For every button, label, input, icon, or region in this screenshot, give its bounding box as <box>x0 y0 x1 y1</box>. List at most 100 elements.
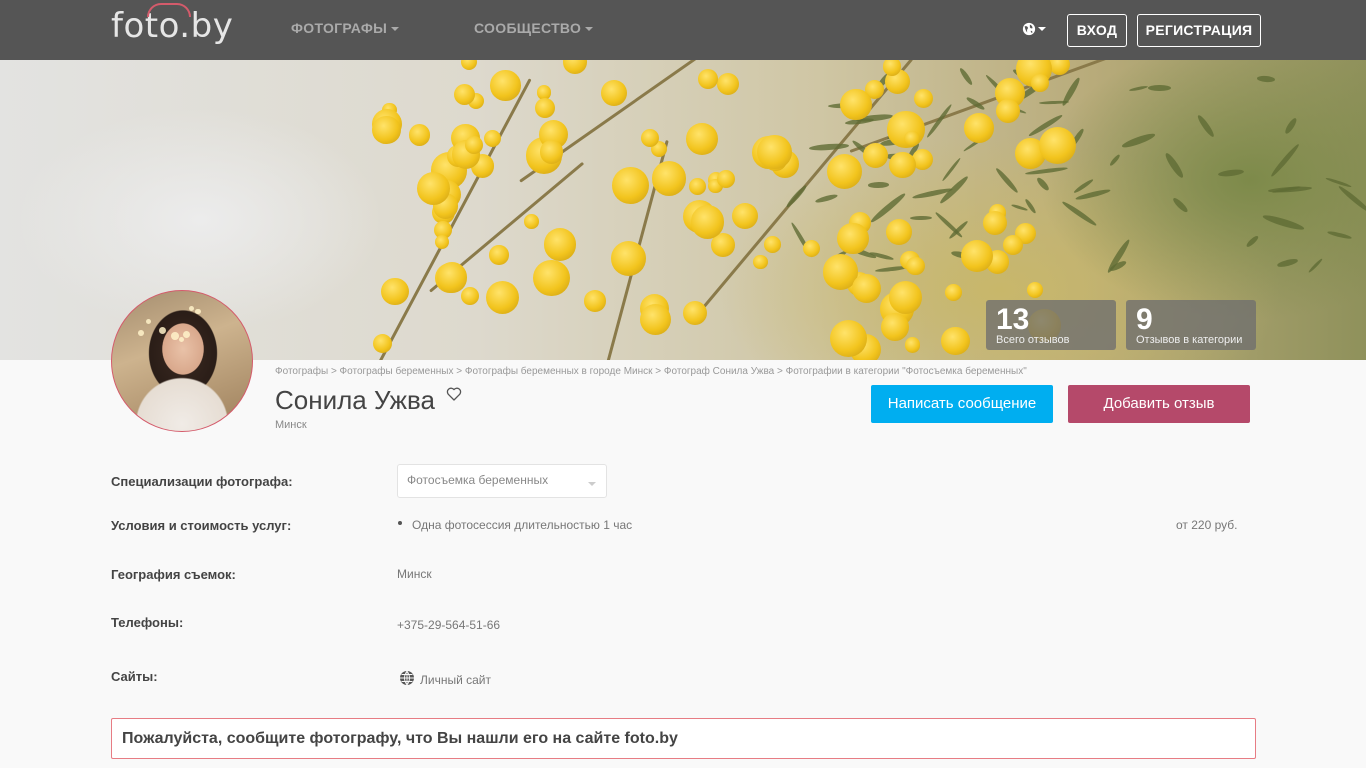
mimosa-blossom <box>611 240 647 276</box>
nav-photographers[interactable]: ФОТОГРАФЫ <box>291 20 400 36</box>
mimosa-blossom <box>889 151 916 179</box>
leaf <box>1060 76 1082 107</box>
total-reviews-label: Всего отзывов <box>996 334 1070 346</box>
specialization-selected-value: Фотосъемка беременных <box>407 473 549 487</box>
mimosa-blossom <box>651 161 687 197</box>
notice-banner: Пожалуйста, сообщите фотографу, что Вы н… <box>111 718 1256 759</box>
phone-value[interactable]: +375-29-564-51-66 <box>397 618 500 632</box>
mimosa-blossom <box>826 153 863 189</box>
leaf <box>1010 203 1028 212</box>
total-reviews-count: 13 <box>996 303 1030 336</box>
mimosa-blossom <box>698 69 719 90</box>
mimosa-blossom <box>851 273 882 304</box>
leaf <box>1327 230 1353 241</box>
service-item: Одна фотосессия длительностью 1 час <box>412 518 633 532</box>
photographer-city: Минск <box>275 419 307 431</box>
mimosa-blossom <box>640 128 659 147</box>
mimosa-blossom <box>1026 281 1043 298</box>
mimosa-blossom <box>485 280 519 314</box>
logo-roof-icon <box>147 3 191 17</box>
leaf <box>1060 199 1098 227</box>
mimosa-blossom <box>683 301 708 326</box>
mimosa-blossom <box>862 142 888 168</box>
mimosa-blossom <box>686 122 718 155</box>
mimosa-blossom <box>1038 126 1077 165</box>
leaf <box>808 142 850 152</box>
leaf <box>1148 85 1171 92</box>
mimosa-blossom <box>601 80 627 107</box>
leaf <box>1307 257 1324 274</box>
leaf <box>994 166 1020 194</box>
chevron-down-icon <box>1038 26 1046 31</box>
favorite-heart-icon[interactable] <box>446 386 462 402</box>
add-review-button[interactable]: Добавить отзыв <box>1068 385 1250 423</box>
geography-value: Минск <box>397 567 432 581</box>
service-price: от 220 руб. <box>1176 518 1238 532</box>
mimosa-blossom <box>381 277 409 306</box>
bokeh-light <box>195 309 201 315</box>
mimosa-blossom <box>904 130 920 147</box>
mimosa-blossom <box>982 210 1008 236</box>
bokeh-light <box>137 330 144 336</box>
mimosa-blossom <box>483 129 502 148</box>
mimosa-blossom <box>717 72 739 95</box>
mimosa-blossom <box>803 239 821 257</box>
mimosa-blossom <box>612 167 650 204</box>
leaf <box>1337 184 1366 215</box>
specialization-select[interactable]: Фотосъемка беременных <box>397 464 607 498</box>
globe-icon <box>400 670 414 686</box>
mimosa-blossom <box>964 112 995 143</box>
mimosa-blossom <box>524 214 539 229</box>
total-reviews-stat[interactable]: 13 Всего отзывов <box>986 300 1116 350</box>
globe-icon <box>1022 22 1036 35</box>
leaf <box>1129 85 1149 93</box>
chevron-down-icon <box>588 482 596 486</box>
mimosa-blossom <box>460 286 479 305</box>
leaf <box>1024 198 1037 215</box>
mimosa-blossom <box>905 337 921 353</box>
mimosa-blossom <box>732 203 759 230</box>
language-selector[interactable] <box>1022 20 1048 40</box>
mimosa-blossom <box>885 219 912 246</box>
nav-community[interactable]: СООБЩЕСТВО <box>474 20 594 36</box>
mimosa-blossom <box>941 326 970 356</box>
login-button[interactable]: ВХОД <box>1067 14 1127 47</box>
mimosa-blossom <box>534 98 555 119</box>
breadcrumb[interactable]: Фотографы > Фотографы беременных > Фотог… <box>275 366 1027 377</box>
mimosa-blossom <box>757 134 792 170</box>
leaf <box>1276 257 1298 268</box>
mimosa-blossom <box>639 303 671 335</box>
mimosa-blossom <box>913 88 934 108</box>
mimosa-blossom <box>996 98 1021 123</box>
bokeh-light <box>159 327 167 335</box>
bokeh-light <box>189 306 195 312</box>
mimosa-blossom <box>435 234 450 249</box>
leaf <box>909 216 933 222</box>
nav-community-label: СООБЩЕСТВО <box>474 20 582 36</box>
register-button[interactable]: РЕГИСТРАЦИЯ <box>1137 14 1261 47</box>
personal-site-link[interactable]: Личный сайт <box>420 673 491 687</box>
mimosa-blossom <box>906 256 925 276</box>
leaf <box>1035 175 1051 192</box>
leaf <box>1171 196 1189 214</box>
mimosa-blossom <box>836 222 869 255</box>
leaf <box>1283 116 1299 136</box>
nav-photographers-label: ФОТОГРАФЫ <box>291 20 388 36</box>
mimosa-blossom <box>960 239 993 272</box>
write-message-button[interactable]: Написать сообщение <box>871 385 1053 423</box>
mimosa-blossom <box>489 245 509 265</box>
mimosa-blossom <box>533 259 570 297</box>
mimosa-blossom <box>460 60 478 70</box>
mimosa-blossom <box>562 60 587 74</box>
leaf <box>1256 75 1275 83</box>
leaf <box>1108 153 1122 168</box>
mimosa-blossom <box>543 228 577 262</box>
site-logo[interactable]: foto.by <box>111 3 233 46</box>
category-reviews-stat[interactable]: 9 Отзывов в категории <box>1126 300 1256 350</box>
mimosa-blossom <box>763 236 781 253</box>
leaf <box>814 193 839 205</box>
leaf <box>940 156 962 182</box>
mimosa-blossom <box>889 280 923 315</box>
mimosa-blossom <box>436 262 468 293</box>
mimosa-blossom <box>944 284 962 302</box>
